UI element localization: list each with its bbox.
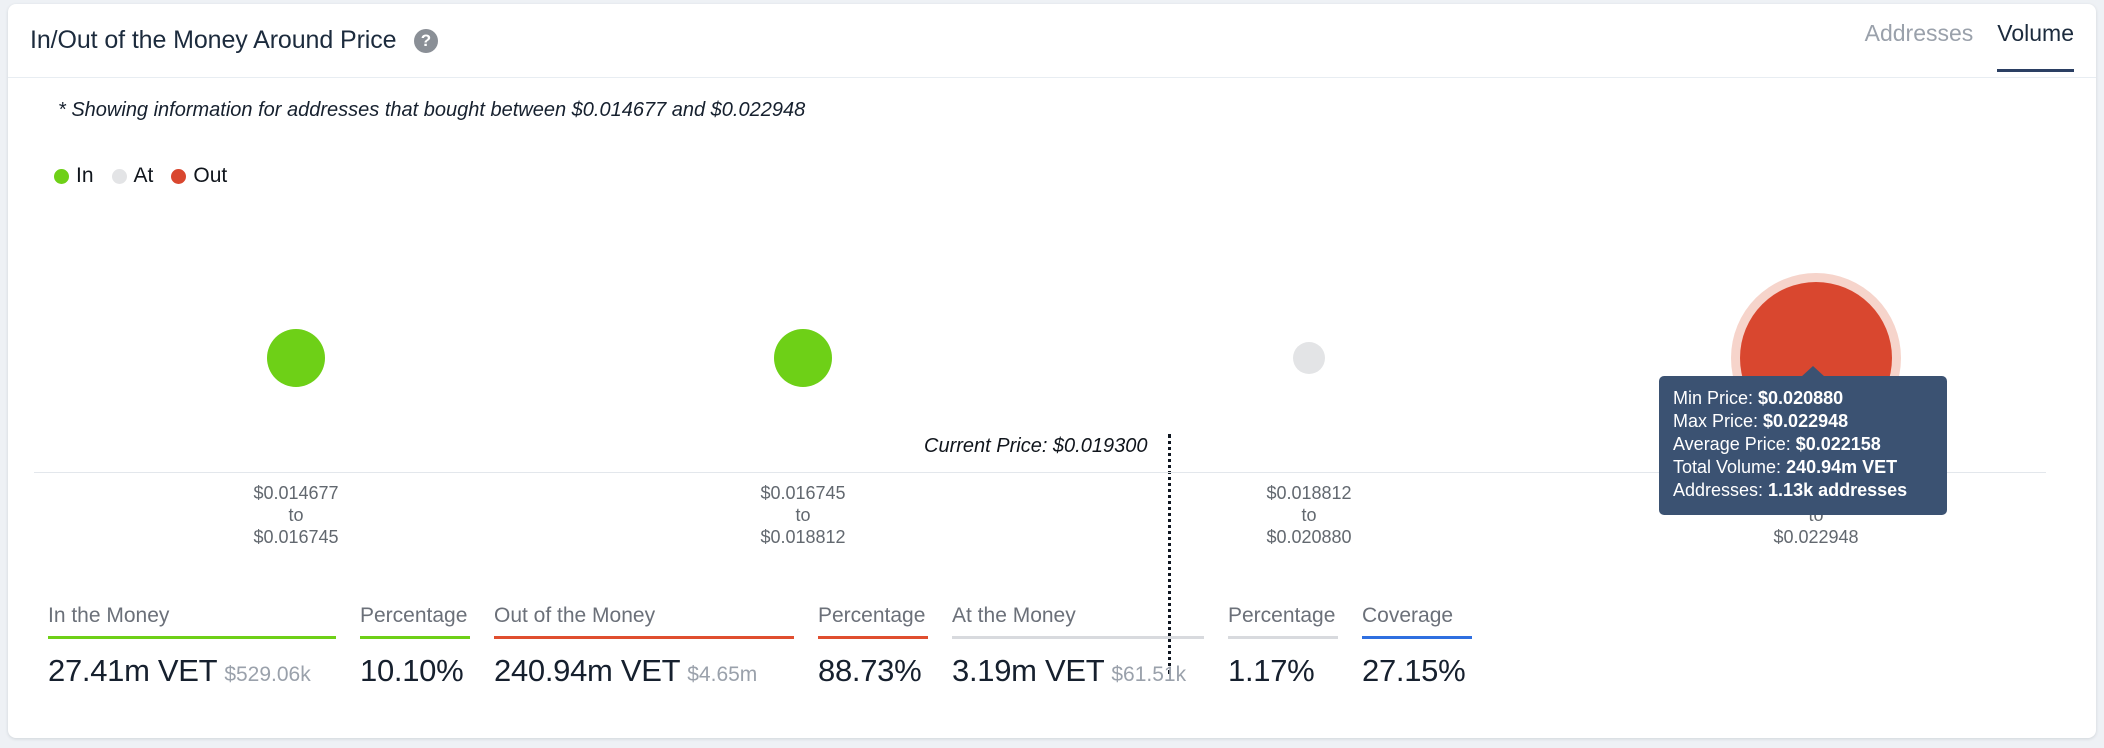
stat-label: Coverage [1362, 604, 1472, 636]
stat-value: 3.19m VET [952, 653, 1104, 688]
current-price-annotation: Current Price: $0.019300 [924, 435, 1147, 458]
tooltip-value: $0.022158 [1796, 434, 1881, 454]
tooltip-key: Min Price: [1673, 388, 1758, 408]
stat-rule [1228, 636, 1338, 639]
tooltip-row-min-price: Min Price: $0.020880 [1673, 387, 1933, 410]
tooltip-row-max-price: Max Price: $0.022948 [1673, 410, 1933, 433]
stat-value: 27.41m VET [48, 653, 217, 688]
tooltip-value: $0.022948 [1763, 411, 1848, 431]
bubble-bin-3[interactable] [1293, 342, 1325, 374]
tab-bar: Addresses Volume [1865, 20, 2074, 72]
stat-rule [818, 636, 928, 639]
stat-rule [952, 636, 1204, 639]
legend-item-out[interactable]: Out [171, 164, 227, 188]
x-tick-max: $0.020880 [1159, 526, 1459, 548]
filter-note: * Showing information for addresses that… [58, 99, 805, 122]
tooltip-row-average-price: Average Price: $0.022158 [1673, 433, 1933, 456]
tooltip-row-addresses: Addresses: 1.13k addresses [1673, 479, 1933, 502]
x-tick-sep: to [1159, 504, 1459, 526]
page-title: In/Out of the Money Around Price [30, 26, 396, 55]
x-tick-max: $0.022948 [1666, 526, 1966, 548]
legend-label-out: Out [193, 164, 227, 188]
legend-dot-out-icon [171, 169, 186, 184]
x-tick-min: $0.018812 [1159, 482, 1459, 504]
stat-value-row: 240.94m VET $4.65m [494, 653, 794, 689]
stat-label: Percentage [1228, 604, 1338, 636]
tab-volume[interactable]: Volume [1997, 20, 2074, 72]
stat-at-the-money: At the Money 3.19m VET $61.51k [952, 604, 1204, 689]
stat-rule [48, 636, 336, 639]
tooltip-value: 1.13k addresses [1768, 480, 1907, 500]
tooltip-key: Average Price: [1673, 434, 1796, 454]
stat-value-row: 3.19m VET $61.51k [952, 653, 1204, 689]
stat-value: 1.17% [1228, 653, 1314, 688]
screenshot-root: In/Out of the Money Around Price ? Addre… [0, 0, 2104, 748]
x-tick-min: $0.014677 [146, 482, 446, 504]
x-tick-bin-2: $0.016745 to $0.018812 [653, 482, 953, 548]
x-tick-sep: to [653, 504, 953, 526]
tab-addresses[interactable]: Addresses [1865, 20, 1974, 72]
stat-subvalue: $4.65m [687, 663, 757, 686]
stat-label: In the Money [48, 604, 336, 636]
stat-rule [1362, 636, 1472, 639]
stat-value-row: 10.10% [360, 653, 470, 689]
stat-rule [360, 636, 470, 639]
legend-dot-at-icon [112, 169, 127, 184]
stat-subvalue: $529.06k [224, 663, 310, 686]
x-tick-max: $0.018812 [653, 526, 953, 548]
in-out-money-card: In/Out of the Money Around Price ? Addre… [8, 4, 2096, 738]
bubble-bin-1[interactable] [267, 329, 325, 387]
stat-value-row: 1.17% [1228, 653, 1338, 689]
tooltip-row-total-volume: Total Volume: 240.94m VET [1673, 456, 1933, 479]
stat-label: At the Money [952, 604, 1204, 636]
tooltip-value: 240.94m VET [1786, 457, 1897, 477]
stat-out-of-the-money: Out of the Money 240.94m VET $4.65m [494, 604, 794, 689]
card-header: In/Out of the Money Around Price ? Addre… [8, 4, 2096, 78]
stat-value: 27.15% [1362, 653, 1465, 688]
stat-value-row: 27.15% [1362, 653, 1472, 689]
stat-in-percentage: Percentage 10.10% [360, 604, 470, 689]
stat-label: Percentage [818, 604, 928, 636]
x-tick-max: $0.016745 [146, 526, 446, 548]
bubble-tooltip: Min Price: $0.020880 Max Price: $0.02294… [1659, 376, 1947, 515]
chart-legend: In At Out [54, 164, 237, 188]
stat-rule [494, 636, 794, 639]
stat-value: 88.73% [818, 653, 921, 688]
x-tick-bin-3: $0.018812 to $0.020880 [1159, 482, 1459, 548]
stat-at-percentage: Percentage 1.17% [1228, 604, 1338, 689]
tooltip-key: Max Price: [1673, 411, 1763, 431]
stat-value-row: 27.41m VET $529.06k [48, 653, 336, 689]
stat-value-row: 88.73% [818, 653, 928, 689]
x-tick-bin-1: $0.014677 to $0.016745 [146, 482, 446, 548]
x-tick-min: $0.016745 [653, 482, 953, 504]
question-mark-icon[interactable]: ? [414, 29, 438, 53]
tooltip-key: Total Volume: [1673, 457, 1786, 477]
stat-out-percentage: Percentage 88.73% [818, 604, 928, 689]
stat-coverage: Coverage 27.15% [1362, 604, 1472, 689]
bubble-bin-2[interactable] [774, 329, 832, 387]
tooltip-value: $0.020880 [1758, 388, 1843, 408]
stat-in-the-money: In the Money 27.41m VET $529.06k [48, 604, 336, 689]
x-tick-sep: to [146, 504, 446, 526]
tooltip-key: Addresses: [1673, 480, 1768, 500]
summary-stats: In the Money 27.41m VET $529.06k Percenta… [48, 604, 1496, 689]
stat-label: Out of the Money [494, 604, 794, 636]
legend-item-at[interactable]: At [112, 164, 154, 188]
legend-label-at: At [134, 164, 154, 188]
legend-item-in[interactable]: In [54, 164, 94, 188]
legend-dot-in-icon [54, 169, 69, 184]
stat-label: Percentage [360, 604, 470, 636]
stat-value: 10.10% [360, 653, 463, 688]
stat-subvalue: $61.51k [1111, 663, 1186, 686]
stat-value: 240.94m VET [494, 653, 680, 688]
legend-label-in: In [76, 164, 94, 188]
